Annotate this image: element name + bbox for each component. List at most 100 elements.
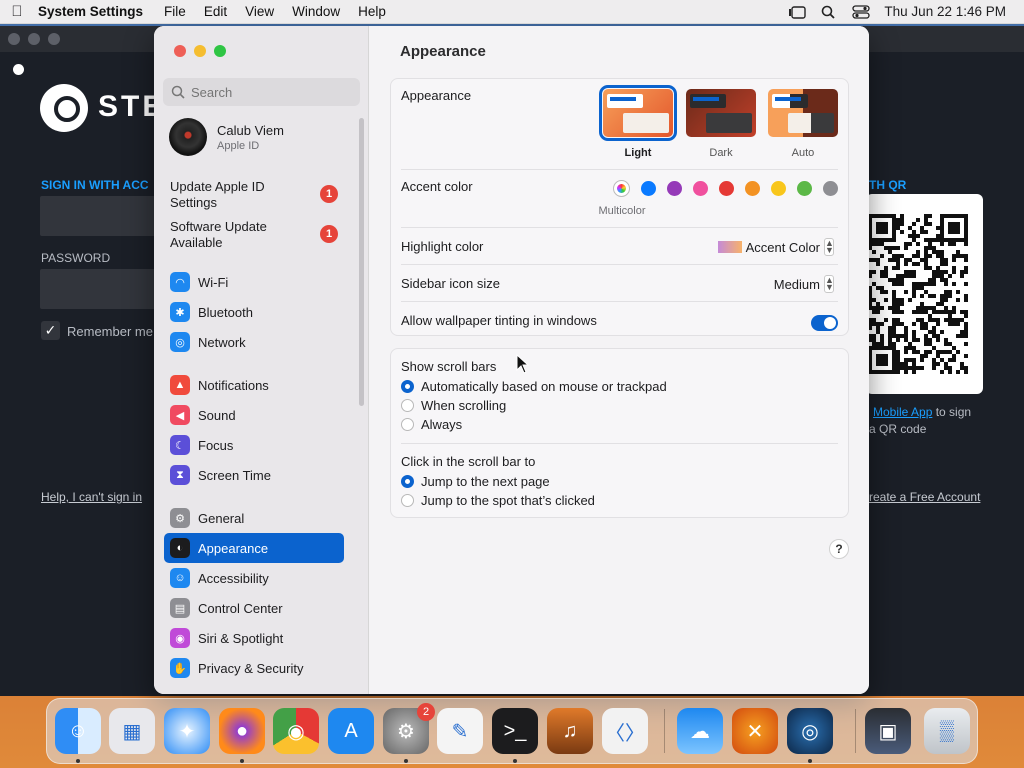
appearance-card: Appearance Light Dark Auto Accent color … <box>390 78 849 336</box>
sidebar-item-screen-time[interactable]: ⧗ Screen Time <box>164 460 344 490</box>
stage-manager-icon[interactable] <box>788 5 807 19</box>
radio-button[interactable] <box>401 380 414 393</box>
running-indicator <box>240 759 244 763</box>
sidebar-item-wi-fi[interactable]: ◠ Wi-Fi <box>164 267 344 297</box>
search-input[interactable] <box>191 84 351 100</box>
qr-label: TH QR <box>869 178 907 192</box>
help-sign-in-link[interactable]: Help, I can't sign in <box>41 490 142 504</box>
app-store-icon[interactable]: A <box>328 708 374 754</box>
jump-spot-clicked-radio[interactable]: Jump to the spot that’s clicked <box>401 493 595 508</box>
launchpad-icon[interactable]: ▦ <box>109 708 155 754</box>
mobile-app-link[interactable]: Mobile App <box>873 405 932 419</box>
appearance-auto-label: Auto <box>791 147 815 159</box>
sidebar-item-label: Appearance <box>198 540 269 556</box>
sidebar-item-control-center[interactable]: ▤ Control Center <box>164 593 344 623</box>
highlight-color-popup[interactable]: Accent Color ▲ ▼ <box>717 238 834 256</box>
accent-color-swatch[interactable] <box>693 181 708 196</box>
accent-multicolor-swatch[interactable] <box>613 180 630 197</box>
menu-window[interactable]: Window <box>283 4 349 19</box>
sidebar-item-notifications[interactable]: ▲ Notifications <box>164 370 344 400</box>
sidebar-item-label: Wi-Fi <box>198 274 229 290</box>
mobile-app-text-1: to sign <box>932 405 972 419</box>
radio-button[interactable] <box>401 494 414 507</box>
spotlight-search-icon[interactable] <box>820 5 838 19</box>
search-field[interactable] <box>163 78 360 106</box>
garageband-icon[interactable]: ♫ <box>547 708 593 754</box>
apple-menu-icon[interactable]:  <box>0 3 34 20</box>
menu-view[interactable]: View <box>236 4 283 19</box>
appearance-auto-option[interactable] <box>768 89 838 137</box>
menu-app-name[interactable]: System Settings <box>34 4 155 19</box>
sidebar-item-network[interactable]: ◎ Network <box>164 327 344 357</box>
menu-help[interactable]: Help <box>349 4 395 19</box>
wallpaper-tinting-toggle[interactable] <box>811 315 838 331</box>
screenshot-icon[interactable]: ▣ <box>865 708 911 754</box>
scroll-always-radio[interactable]: Always <box>401 417 462 432</box>
help-button[interactable]: ? <box>829 539 849 559</box>
crossover-icon[interactable]: ✕ <box>732 708 778 754</box>
update-apple-id-item[interactable]: Update Apple ID Settings <box>170 179 300 211</box>
account-name-input[interactable] <box>40 196 160 236</box>
textedit-icon[interactable]: ✎ <box>437 708 483 754</box>
control-center-icon[interactable] <box>852 4 871 19</box>
sidebar-item-label: Network <box>198 334 246 350</box>
remember-me-checkbox[interactable]: ✓ <box>41 321 60 340</box>
accent-color-swatch[interactable] <box>667 181 682 196</box>
sidebar-item-privacy-security[interactable]: ✋ Privacy & Security <box>164 653 344 683</box>
menu-edit[interactable]: Edit <box>195 4 236 19</box>
sidebar-item-appearance[interactable]: ◐ Appearance <box>164 533 344 563</box>
accent-color-swatch[interactable] <box>823 181 838 196</box>
mobile-app-text-2: a QR code <box>869 422 927 436</box>
scroll-auto-radio[interactable]: Automatically based on mouse or trackpad <box>401 379 667 394</box>
sidebar-item-label: Notifications <box>198 377 269 393</box>
appearance-light-option[interactable] <box>599 85 677 141</box>
accent-color-swatch[interactable] <box>745 181 760 196</box>
jump-next-page-radio[interactable]: Jump to the next page <box>401 474 550 489</box>
accent-color-swatch[interactable] <box>641 181 656 196</box>
sidebar-item-siri-spotlight[interactable]: ◉ Siri & Spotlight <box>164 623 344 653</box>
minimize-button[interactable] <box>194 45 206 57</box>
close-button[interactable] <box>174 45 186 57</box>
appearance-dark-option[interactable] <box>686 89 756 137</box>
firefox-icon[interactable]: ● <box>219 708 265 754</box>
sidebar-scrollbar[interactable] <box>359 118 364 406</box>
accent-color-swatch[interactable] <box>771 181 786 196</box>
trash-icon[interactable]: ▒ <box>924 708 970 754</box>
steam-minimize-button[interactable] <box>28 33 40 45</box>
finder-icon[interactable]: ☺ <box>55 708 101 754</box>
terminal-icon[interactable]: >_ <box>492 708 538 754</box>
apple-id-profile[interactable]: Calub Viem Apple ID <box>169 118 284 156</box>
steam-zoom-button[interactable] <box>48 33 60 45</box>
accent-color-swatch[interactable] <box>719 181 734 196</box>
sidebar-icon-size-popup[interactable]: Medium ▲ ▼ <box>774 275 834 293</box>
sidebar-item-general[interactable]: ⚙ General <box>164 503 344 533</box>
radio-button[interactable] <box>401 418 414 431</box>
create-account-link[interactable]: reate a Free Account <box>869 490 980 504</box>
sidebar-item-label: General <box>198 510 245 526</box>
menu-clock[interactable]: Thu Jun 22 1:46 PM <box>884 4 1006 19</box>
password-input[interactable] <box>40 269 160 309</box>
bell-icon: ▲ <box>170 375 190 395</box>
radio-button[interactable] <box>401 399 414 412</box>
radio-button[interactable] <box>401 475 414 488</box>
sidebar-item-focus[interactable]: ☾ Focus <box>164 430 344 460</box>
sidebar-item-label: Accessibility <box>198 570 269 586</box>
steam-icon[interactable]: ◎ <box>787 708 833 754</box>
zoom-button[interactable] <box>214 45 226 57</box>
chrome-icon[interactable]: ◉ <box>273 708 319 754</box>
menu-bar:  System Settings File Edit View Window … <box>0 0 1024 24</box>
sidebar-item-sound[interactable]: ◀ Sound <box>164 400 344 430</box>
scroll-when-scrolling-radio[interactable]: When scrolling <box>401 398 506 413</box>
divider <box>401 301 838 302</box>
software-update-item[interactable]: Software Update Available <box>170 219 300 251</box>
menu-file[interactable]: File <box>155 4 195 19</box>
appearance-pane: Appearance Appearance Light Dark Auto Ac… <box>369 26 869 694</box>
sidebar-item-accessibility[interactable]: ☺ Accessibility <box>164 563 344 593</box>
safari-icon[interactable]: ✦ <box>164 708 210 754</box>
accent-color-swatch[interactable] <box>797 181 812 196</box>
vscode-icon[interactable]: 〈〉 <box>602 708 648 754</box>
weather-icon[interactable]: ☁ <box>677 708 723 754</box>
appearance-light-label: Light <box>624 147 652 159</box>
sidebar-item-bluetooth[interactable]: ✱ Bluetooth <box>164 297 344 327</box>
steam-close-button[interactable] <box>8 33 20 45</box>
